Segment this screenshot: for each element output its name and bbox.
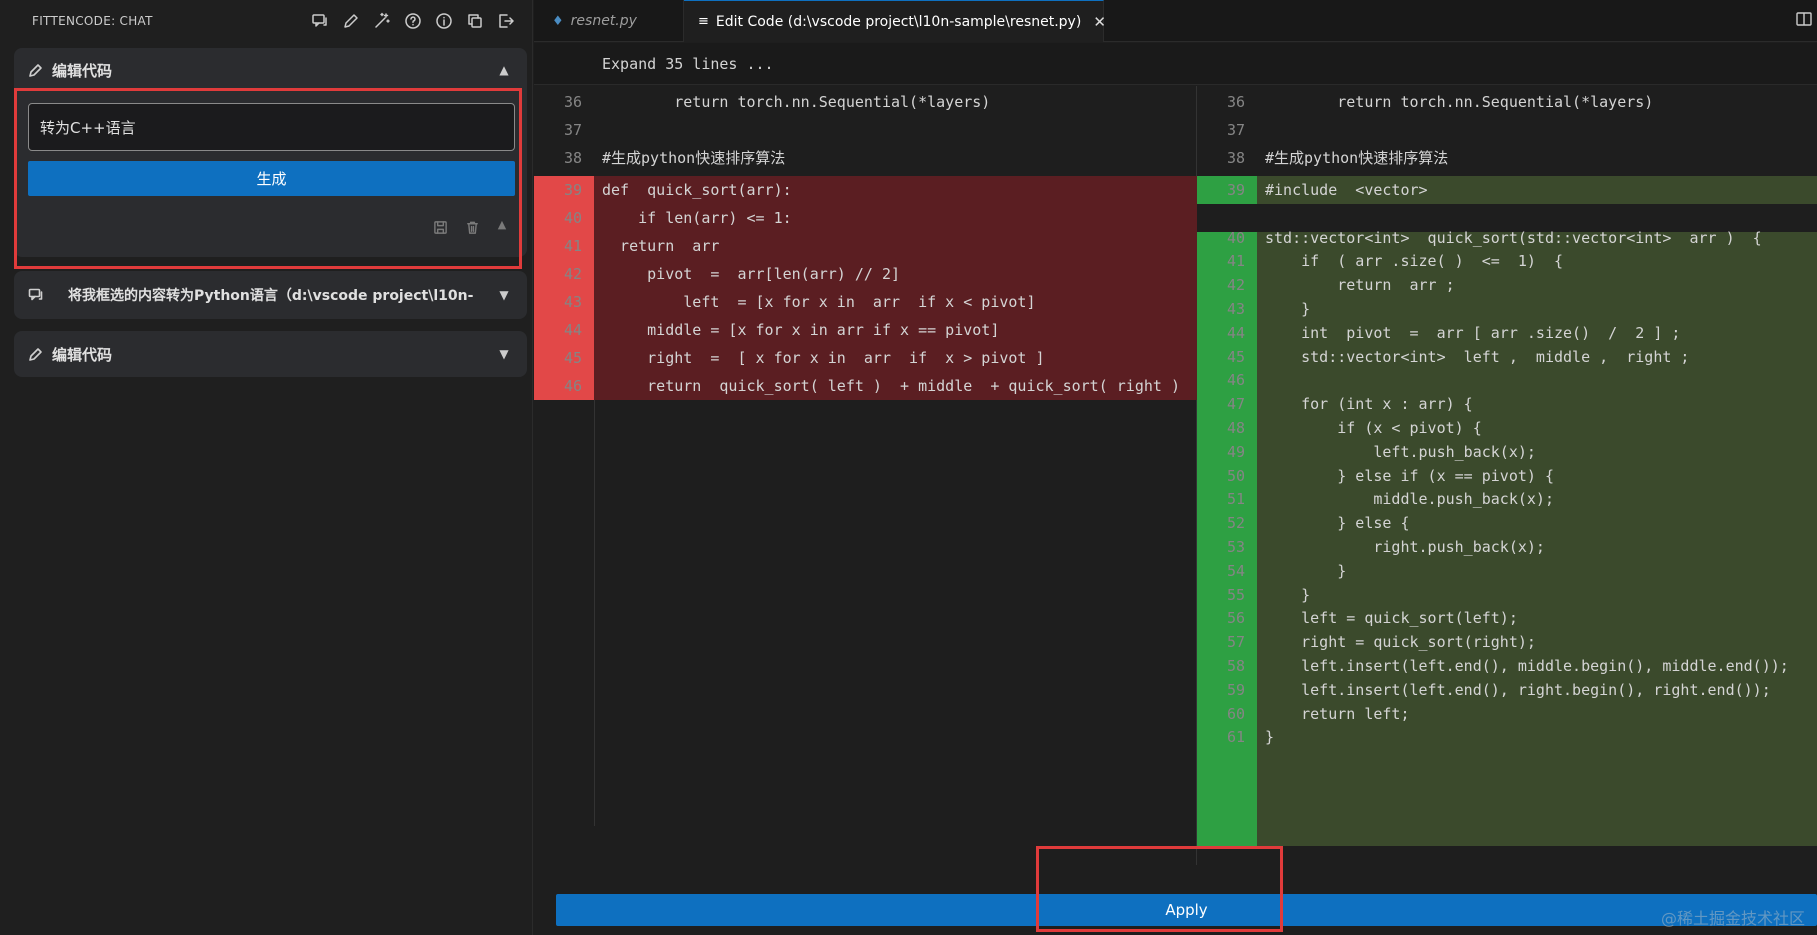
card-title: 编辑代码	[52, 345, 113, 364]
collapse-up-icon[interactable]: ▲	[495, 63, 513, 77]
python-file-icon: ♦	[552, 13, 564, 29]
card-tools: ▲	[431, 218, 509, 236]
context-code-line	[1257, 116, 1817, 144]
history-card: 将我框选的内容转为Python语言（d:\vscode project\l10n…	[14, 271, 527, 319]
edit-code-card: 编辑代码 ▲ 生成 ▲	[14, 48, 527, 257]
line-number: 61	[1226, 728, 1245, 747]
gutter-divider	[594, 400, 595, 826]
context-code-line	[594, 116, 1196, 144]
line-number: 44	[563, 321, 582, 339]
line-number: 38	[563, 149, 582, 167]
tab-edit-code[interactable]: ≡ Edit Code (d:\vscode project\l10n-samp…	[684, 0, 1106, 42]
magic-wand-icon[interactable]	[371, 11, 392, 32]
diff-editor: Expand 35 lines ... 36 return torch.nn.S…	[534, 43, 1817, 865]
line-number: 45	[563, 349, 582, 367]
line-number: 37	[563, 121, 582, 139]
context-code-line: #生成python快速排序算法	[602, 149, 786, 167]
line-number: 40	[563, 209, 582, 227]
split-editor-icon[interactable]	[1795, 10, 1815, 30]
card-title: 编辑代码	[52, 61, 113, 80]
sidebar-toolbar	[309, 11, 516, 32]
help-icon[interactable]	[402, 11, 423, 32]
edit-code-card-2-header[interactable]: 编辑代码 ▼	[14, 331, 527, 377]
apply-button[interactable]: Apply	[556, 894, 1817, 926]
exit-icon[interactable]	[495, 11, 516, 32]
info-icon[interactable]	[433, 11, 454, 32]
line-number: 38	[1226, 149, 1245, 167]
deleted-code-line: def quick_sort(arr):	[602, 181, 792, 199]
deleted-code-line: left = [x for x in arr if x < pivot]	[602, 293, 1036, 311]
diff-icon: ≡	[698, 14, 709, 29]
chat-sidebar: FITTENCODE: CHAT 编辑代码 ▲ 生成 ▲ 将我框选的内	[0, 0, 533, 935]
edit-code-card-header[interactable]: 编辑代码 ▲	[14, 48, 527, 92]
line-number: 41	[563, 237, 582, 255]
deleted-code-line: right = [ x for x in arr if x > pivot ]	[602, 349, 1045, 367]
save-icon[interactable]	[431, 218, 449, 236]
chat-icon[interactable]	[309, 11, 330, 32]
generate-button[interactable]: 生成	[28, 161, 515, 196]
expand-down-icon[interactable]: ▼	[495, 288, 513, 302]
context-code-line: #生成python快速排序算法	[1265, 149, 1449, 167]
line-number: 37	[1226, 121, 1245, 139]
line-number: 42	[563, 265, 582, 283]
line-number: 39	[563, 181, 582, 199]
tab-label: resnet.py	[570, 13, 637, 29]
deleted-code-line: if len(arr) <= 1:	[602, 209, 792, 227]
chat-icon	[28, 286, 46, 304]
line-number: 43	[563, 293, 582, 311]
prompt-input[interactable]	[28, 103, 515, 151]
sidebar-title: FITTENCODE: CHAT	[32, 14, 153, 28]
deleted-code-line: middle = [x for x in arr if x == pivot]	[602, 321, 1000, 339]
editor-tab-bar: ♦ resnet.py ≡ Edit Code (d:\vscode proje…	[534, 0, 1817, 42]
deleted-code-line: return quick_sort( left ) + middle + qui…	[602, 377, 1180, 395]
pencil-icon	[28, 345, 46, 363]
history-card-header[interactable]: 将我框选的内容转为Python语言（d:\vscode project\l10n…	[14, 271, 527, 319]
collapse-up-icon[interactable]: ▲	[495, 218, 509, 236]
card-title: 将我框选的内容转为Python语言（d:\vscode project\l10n…	[68, 288, 474, 304]
line-number: 36	[1226, 93, 1245, 111]
context-code-line: return torch.nn.Sequential(*layers)	[1265, 93, 1654, 111]
deleted-code-line: return arr	[602, 237, 720, 255]
modified-pane[interactable]: 36 return torch.nn.Sequential(*layers) 37…	[1197, 86, 1817, 865]
close-icon[interactable]: ✕	[1093, 13, 1106, 31]
apply-bar: Apply	[534, 865, 1817, 935]
copy-icon[interactable]	[464, 11, 485, 32]
line-number: 36	[563, 93, 582, 111]
deleted-code-line: pivot = arr[len(arr) // 2]	[602, 265, 901, 283]
pencil-icon[interactable]	[340, 11, 361, 32]
pencil-icon	[28, 61, 46, 79]
expand-lines-link[interactable]: Expand 35 lines ...	[534, 43, 1817, 85]
tab-resnet-py[interactable]: ♦ resnet.py	[534, 0, 684, 42]
trash-icon[interactable]	[463, 218, 481, 236]
watermark: @稀土掘金技术社区	[1660, 909, 1805, 928]
context-code-line: return torch.nn.Sequential(*layers)	[602, 93, 991, 111]
line-number: 46	[563, 377, 582, 395]
added-code-line: }	[1265, 728, 1275, 747]
sidebar-header: FITTENCODE: CHAT	[0, 0, 532, 42]
tab-label: Edit Code (d:\vscode project\l10n-sample…	[715, 13, 1082, 30]
edit-code-card-2: 编辑代码 ▼	[14, 331, 527, 377]
expand-down-icon[interactable]: ▼	[495, 347, 513, 361]
original-pane[interactable]: 36 return torch.nn.Sequential(*layers) 37…	[534, 86, 1197, 865]
